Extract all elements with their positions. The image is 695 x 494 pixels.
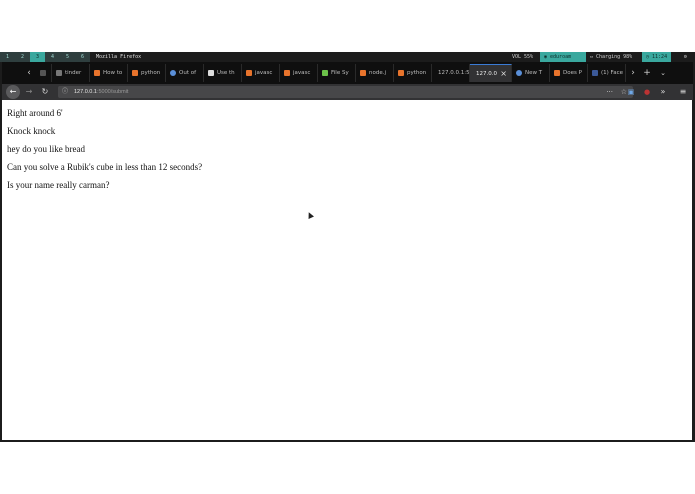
- tab-4[interactable]: Out of: [166, 64, 204, 82]
- back-arrow-icon[interactable]: ←: [6, 85, 20, 99]
- tab-13[interactable]: New T: [512, 64, 550, 82]
- tab-7[interactable]: javasc: [280, 64, 318, 82]
- url-path: :5000/submit: [96, 89, 129, 95]
- nodejs-icon: [322, 70, 328, 76]
- battery-icon: ▭: [590, 54, 594, 60]
- clock-status: ◷ 11:24: [642, 52, 672, 62]
- forward-arrow-icon[interactable]: →: [22, 84, 36, 100]
- tab-10[interactable]: python: [394, 64, 432, 82]
- blank-icon: [56, 70, 62, 76]
- tab-list-chevron-down-icon[interactable]: ⌄: [656, 64, 670, 82]
- workspace-1[interactable]: 1: [0, 52, 15, 62]
- message-item: Right around 6': [7, 108, 63, 118]
- message-item: hey do you like bread: [7, 144, 85, 154]
- extension-icon[interactable]: ▣: [624, 84, 638, 100]
- tab-8[interactable]: File Sy: [318, 64, 356, 82]
- close-tab-icon[interactable]: ×: [500, 65, 507, 82]
- wifi-network-name: eduroam: [550, 54, 572, 60]
- page-icon: [208, 70, 214, 76]
- url-text[interactable]: 127.0.0.1:5000/submit: [74, 86, 128, 98]
- clock-text: 11:24: [652, 54, 668, 60]
- tab-label: python: [141, 70, 161, 76]
- stackoverflow-icon: [398, 70, 404, 76]
- stackoverflow-icon: [132, 70, 138, 76]
- workspace-6[interactable]: 6: [75, 52, 90, 62]
- tab-label: New T: [525, 70, 543, 76]
- battery-text: Charging 98%: [596, 54, 633, 60]
- browser-navigation-bar: ← → ↻ ⓘ 127.0.0.1:5000/submit ··· ☆ ▣ ● …: [2, 84, 693, 100]
- blank-icon: [40, 70, 46, 76]
- workspace-2[interactable]: 2: [15, 52, 30, 62]
- tab-label: javasc: [255, 70, 273, 76]
- tab-label: python: [407, 70, 427, 76]
- stackoverflow-icon: [246, 70, 252, 76]
- window-manager-statusbar: 1 2 3 4 5 6 Mozilla Firefox VOL 55% ◉ ed…: [0, 52, 695, 62]
- overflow-chevrons-icon[interactable]: »: [656, 84, 670, 100]
- tab-11[interactable]: 127.0.0.1:5: [432, 64, 470, 82]
- tab-1[interactable]: tinder: [52, 64, 90, 82]
- tab-2[interactable]: How to: [90, 64, 128, 82]
- tab-9[interactable]: node.j: [356, 64, 394, 82]
- message-item: Can you solve a Rubik's cube in less tha…: [7, 162, 203, 172]
- desktop-screen: 1 2 3 4 5 6 Mozilla Firefox VOL 55% ◉ ed…: [0, 52, 695, 442]
- workspace-5[interactable]: 5: [60, 52, 75, 62]
- battery-status: ▭ Charging 98%: [586, 52, 636, 62]
- browser-tab-bar: ‹ tinder How to python Out of Use th jav…: [2, 62, 693, 84]
- tab-active[interactable]: 127.0.0 ×: [470, 64, 512, 82]
- tab-3[interactable]: python: [128, 64, 166, 82]
- clock-icon: ◷: [646, 54, 650, 60]
- message-item: Is your name really carman?: [7, 180, 110, 190]
- tab-scroll-right-icon[interactable]: ›: [626, 64, 640, 82]
- tab-pinned[interactable]: [36, 64, 52, 82]
- stackoverflow-icon: [554, 70, 560, 76]
- workspace-3[interactable]: 3: [30, 52, 45, 62]
- extension-icon[interactable]: ●: [640, 84, 654, 100]
- tab-label: (1) Face: [601, 70, 623, 76]
- page-actions-icon[interactable]: ···: [606, 86, 613, 98]
- tab-6[interactable]: javasc: [242, 64, 280, 82]
- workspace-4[interactable]: 4: [45, 52, 60, 62]
- message-item: Knock knock: [7, 126, 56, 136]
- url-bar[interactable]: ⓘ 127.0.0.1:5000/submit ··· ☆: [58, 86, 633, 98]
- power-icon[interactable]: ⚙: [680, 52, 691, 62]
- tab-14[interactable]: Does P: [550, 64, 588, 82]
- focused-window-title: Mozilla Firefox: [96, 54, 142, 60]
- mouse-cursor-icon: [306, 211, 314, 219]
- hamburger-menu-icon[interactable]: ≡: [676, 84, 690, 100]
- stackoverflow-icon: [94, 70, 100, 76]
- stackoverflow-icon: [284, 70, 290, 76]
- tab-label: How to: [103, 70, 123, 76]
- new-tab-icon[interactable]: +: [640, 64, 654, 82]
- tab-label: Use th: [217, 70, 235, 76]
- wifi-status: ◉ eduroam: [540, 52, 586, 62]
- tab-label: Out of: [179, 70, 197, 76]
- tab-label: Does P: [563, 70, 582, 76]
- globe-icon: [170, 70, 176, 76]
- site-info-icon[interactable]: ⓘ: [62, 86, 68, 98]
- wifi-icon: ◉: [544, 54, 548, 60]
- stackoverflow-icon: [360, 70, 366, 76]
- tab-label: File Sy: [331, 70, 349, 76]
- tab-label: tinder: [65, 70, 82, 76]
- tab-label: node.j: [369, 70, 387, 76]
- url-host: 127.0.0.1: [74, 89, 97, 95]
- tab-15[interactable]: (1) Face: [588, 64, 626, 82]
- tab-label: 127.0.0: [476, 71, 497, 77]
- page-content: Right around 6' Knock knock hey do you l…: [2, 100, 692, 440]
- facebook-icon: [592, 70, 598, 76]
- tab-label: 127.0.0.1:5: [438, 70, 470, 76]
- tab-scroll-left-icon[interactable]: ‹: [22, 64, 36, 82]
- tab-label: javasc: [293, 70, 311, 76]
- volume-status: VOL 55%: [512, 54, 534, 60]
- reload-icon[interactable]: ↻: [38, 84, 52, 100]
- firefox-icon: [516, 70, 522, 76]
- tab-5[interactable]: Use th: [204, 64, 242, 82]
